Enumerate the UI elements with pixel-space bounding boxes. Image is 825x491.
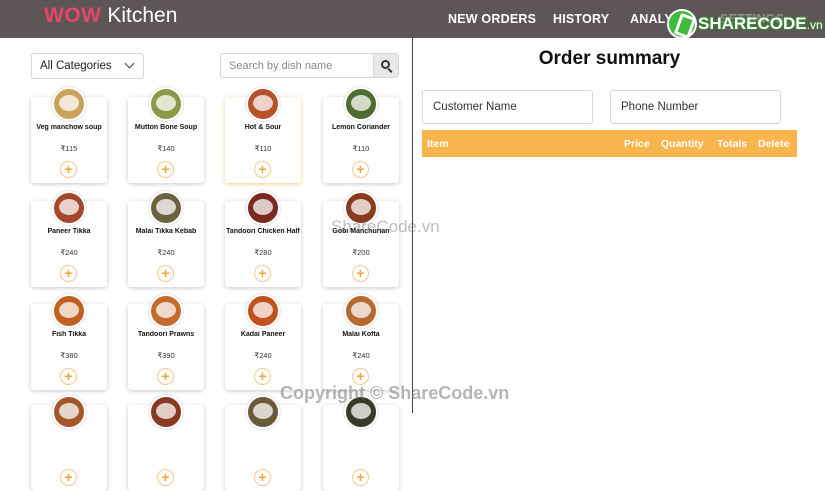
dish-card[interactable]: Malai Tikka Kebab ₹240 + [128,191,204,287]
dish-image [52,395,86,429]
dish-name: Mutton Bone Soup [134,124,198,131]
dish-card[interactable]: Veg manchow soup ₹115 + [31,87,107,183]
order-summary-title: Order summary [538,48,681,69]
column-quantity: Quantity [661,138,704,150]
watermark-logo-text: SHARECODE [698,14,807,33]
sharecode-watermark-logo: SHARECODE.vn [665,8,825,42]
dish-price: ₹240 [352,351,370,360]
add-to-order-button[interactable]: + [254,265,271,282]
search-button[interactable] [373,53,399,78]
dish-price: ₹240 [254,351,272,360]
dish-card[interactable]: + [225,395,301,491]
nav-new-orders[interactable]: NEW ORDERS [448,12,536,26]
customer-name-field[interactable] [422,90,593,124]
dish-card[interactable]: Gobi Manchurian ₹200 + [323,191,399,287]
brand-name: Kitchen [107,4,178,27]
category-select[interactable]: All Categories [31,53,144,79]
dish-price: ₹200 [352,248,370,257]
sharecode-logo-icon [667,9,697,39]
dish-image [246,191,280,225]
dish-image [246,87,280,121]
dish-image [52,191,86,225]
add-to-order-button[interactable]: + [60,469,77,486]
dish-price: ₹140 [157,144,175,153]
dish-card[interactable]: Tandoori Prawns ₹390 + [128,294,204,390]
add-to-order-button[interactable]: + [254,469,271,486]
brand-wow: WOW [44,4,102,27]
dish-name: Fish Tikka [51,331,87,338]
dish-price: ₹390 [157,351,175,360]
dish-image [149,294,183,328]
dish-name: Hot & Sour [244,124,282,131]
dish-card[interactable]: Mutton Bone Soup ₹140 + [128,87,204,183]
dish-card[interactable]: Fish Tikka ₹380 + [31,294,107,390]
dish-card[interactable]: Lemon Coriander ₹110 + [323,87,399,183]
dish-image [344,87,378,121]
dish-price: ₹380 [60,351,78,360]
add-to-order-button[interactable]: + [60,161,77,178]
phone-number-field[interactable] [610,90,781,124]
dish-image [149,87,183,121]
add-to-order-button[interactable]: + [352,469,369,486]
add-to-order-button[interactable]: + [352,265,369,282]
dish-price: ₹110 [254,144,272,153]
dish-price: ₹110 [352,144,370,153]
nav-history[interactable]: HISTORY [553,12,609,26]
dish-card[interactable]: + [31,395,107,491]
column-delete: Delete [758,138,790,150]
dish-image [246,395,280,429]
add-to-order-button[interactable]: + [254,368,271,385]
watermark-logo-suffix: .vn [806,18,823,32]
dish-image [52,294,86,328]
dish-price: ₹280 [254,248,272,257]
dish-card[interactable]: Malai Kofta ₹240 + [323,294,399,390]
center-watermark: ShareCode.vn [331,217,440,236]
brand-logo[interactable]: WOW Kitchen [44,4,177,28]
dish-name: Kadai Paneer [240,331,286,338]
dish-name: Tandoori Chicken Half [226,228,300,235]
category-select-value: All Categories [40,60,112,72]
dish-card[interactable]: + [323,395,399,491]
copyright-watermark: Copyright © ShareCode.vn [280,383,510,403]
add-to-order-button[interactable]: + [60,368,77,385]
dish-card[interactable]: Paneer Tikka ₹240 + [31,191,107,287]
dish-card[interactable]: Hot & Sour ₹110 + [225,87,301,183]
dish-card[interactable]: Kadai Paneer ₹240 + [225,294,301,390]
dish-name: Paneer Tikka [47,228,91,235]
dish-name: Lemon Coriander [332,124,390,131]
chevron-down-icon [124,58,135,69]
dish-image [149,395,183,429]
add-to-order-button[interactable]: + [157,469,174,486]
add-to-order-button[interactable]: + [254,161,271,178]
dish-card[interactable]: + [128,395,204,491]
dish-image [149,191,183,225]
dish-name: Malai Kofta [342,331,380,338]
dish-card[interactable]: Tandoori Chicken Half ₹280 + [225,191,301,287]
dish-price: ₹240 [157,248,175,257]
order-table-header: Item Price Quantity Totals Delete [422,130,797,157]
dish-image [344,294,378,328]
dish-price: ₹115 [60,144,78,153]
column-price: Price [624,138,650,150]
add-to-order-button[interactable]: + [157,161,174,178]
column-totals: Totals [717,138,748,150]
add-to-order-button[interactable]: + [352,161,369,178]
add-to-order-button[interactable]: + [157,368,174,385]
dish-image [246,294,280,328]
dish-name: Veg manchow soup [36,124,102,131]
dish-name: Malai Tikka Kebab [135,228,197,235]
add-to-order-button[interactable]: + [157,265,174,282]
dish-search-input[interactable] [220,53,373,78]
column-item: Item [427,138,449,150]
dish-image [52,87,86,121]
add-to-order-button[interactable]: + [60,265,77,282]
dish-price: ₹240 [60,248,78,257]
dish-name: Tandoori Prawns [137,331,195,338]
